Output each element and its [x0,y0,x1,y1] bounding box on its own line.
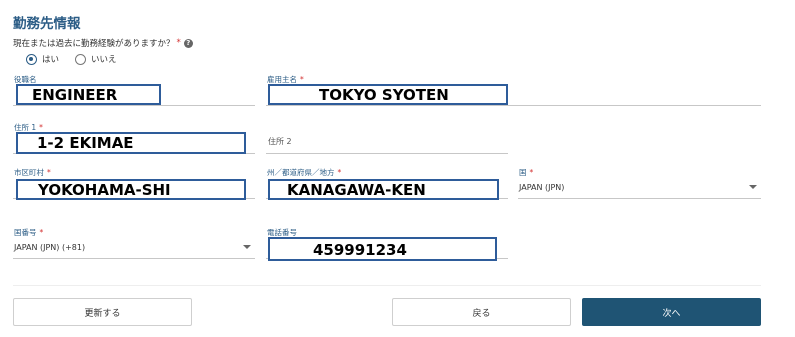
employer-field[interactable]: 雇用主名 * TOKYO SYOTEN [266,74,761,106]
city-input[interactable]: YOKOHAMA-SHI [16,179,246,200]
help-icon[interactable]: ? [183,38,193,48]
state-field[interactable]: 州／都道府県／地方 * KANAGAWA-KEN [266,167,508,200]
employment-question: 現在または過去に勤務経験がありますか？ * ? [13,37,193,49]
phone-input[interactable]: 459991234 [268,237,497,261]
phone-field[interactable]: 電話番号 459991234 [266,227,508,261]
employer-input[interactable]: TOKYO SYOTEN [268,84,508,105]
required-mark: * [176,38,181,48]
country-code-label: 国番号 * [14,228,44,237]
radio-selected-icon[interactable] [26,53,37,65]
update-button[interactable]: 更新する [13,298,192,326]
country-value: JAPAN (JPN) [519,183,565,192]
country-label: 国 * [519,168,534,177]
chevron-down-icon[interactable] [243,245,251,249]
next-button[interactable]: 次へ [582,298,761,326]
radio-yes[interactable]: はい [26,53,59,65]
address1-input[interactable]: 1-2 EKIMAE [16,132,246,154]
city-field[interactable]: 市区町村 * YOKOHAMA-SHI [13,167,255,200]
state-input[interactable]: KANAGAWA-KEN [268,179,499,200]
country-code-select[interactable]: 国番号 * JAPAN (JPN) (+81) [13,227,255,259]
country-code-value: JAPAN (JPN) (+81) [14,243,86,252]
job-title-field[interactable]: 役職名 ENGINEER [13,74,255,106]
state-label: 州／都道府県／地方 * [267,168,342,177]
divider [13,285,761,286]
chevron-down-icon[interactable] [749,185,757,189]
radio-unselected-icon[interactable] [75,53,87,65]
employment-radio-group: はい いいえ [26,53,133,65]
radio-yes-label: はい [42,55,60,65]
city-label: 市区町村 * [14,168,51,177]
address2-placeholder: 住所 2 [268,137,292,146]
section-title: 勤務先情報 [13,16,81,32]
country-select[interactable]: 国 * JAPAN (JPN) [518,167,761,199]
radio-no[interactable]: いいえ [75,53,117,65]
radio-no-label: いいえ [91,55,117,65]
job-title-input[interactable]: ENGINEER [16,84,161,105]
back-button[interactable]: 戻る [392,298,571,326]
question-text: 現在または過去に勤務経験がありますか？ [13,39,175,49]
address1-field[interactable]: 住所 1 * 1-2 EKIMAE [13,122,255,154]
address2-field[interactable]: 住所 2 [266,122,508,154]
